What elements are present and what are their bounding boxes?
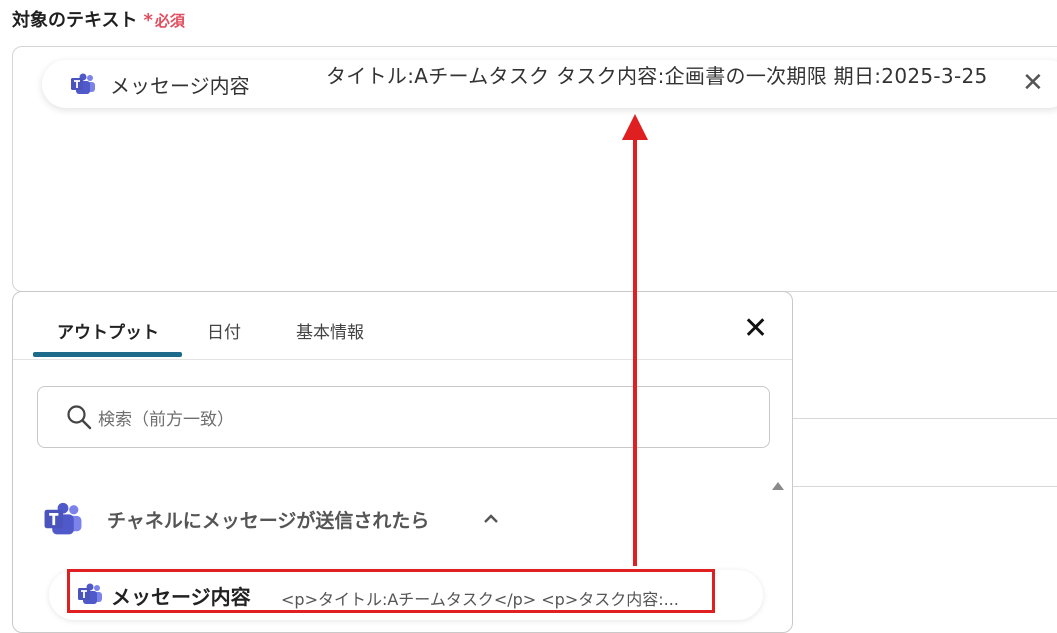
chip-value: タイトル:Aチームタスク タスク内容:企画書の一次期限 期日:2025-3-25 — [326, 64, 988, 88]
scroll-up-icon[interactable] — [772, 482, 784, 490]
tab-basic-info[interactable]: 基本情報 — [296, 318, 364, 343]
tabs-divider — [13, 359, 792, 360]
chevron-up-icon[interactable] — [483, 514, 499, 524]
annotation-highlight-box — [67, 569, 715, 613]
tab-date[interactable]: 日付 — [207, 318, 241, 343]
close-icon[interactable]: ✕ — [743, 314, 768, 344]
search-icon — [67, 405, 92, 430]
required-mark: * — [143, 10, 153, 31]
tab-output[interactable]: アウトプット — [57, 318, 159, 343]
teams-icon — [44, 502, 82, 535]
search-input[interactable]: 検索（前方一致） — [37, 386, 770, 448]
divider — [792, 418, 1057, 419]
section-header-channel-message[interactable]: チャネルにメッセージが送信されたら — [43, 502, 543, 536]
search-placeholder: 検索（前方一致） — [98, 410, 234, 430]
message-content-chip[interactable]: メッセージ内容 タイトル:Aチームタスク タスク内容:企画書の一次期限 期日:2… — [42, 60, 1057, 108]
chip-label: メッセージ内容 — [110, 74, 250, 98]
active-tab-indicator — [33, 352, 182, 357]
scrollbar[interactable] — [767, 472, 787, 632]
divider — [792, 486, 1057, 487]
close-icon[interactable]: ✕ — [1022, 70, 1044, 96]
field-label: 対象のテキスト * 必須 — [12, 6, 185, 32]
teams-icon — [71, 73, 95, 94]
required-text: 必須 — [154, 12, 185, 30]
section-title: チャネルにメッセージが送信されたら — [107, 510, 430, 532]
field-label-text: 対象のテキスト — [12, 10, 138, 31]
